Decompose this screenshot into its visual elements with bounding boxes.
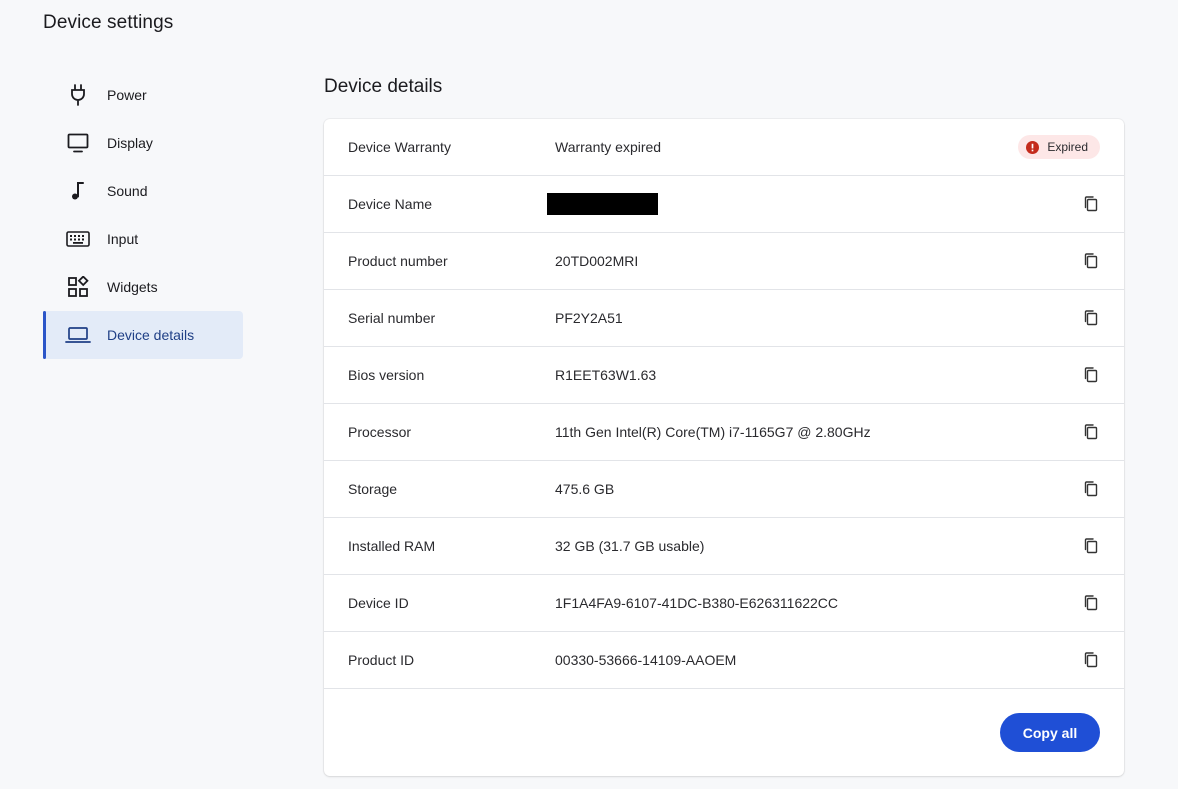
copy-icon[interactable]: [1082, 366, 1100, 384]
detail-row-product-id: Product ID 00330-53666-14109-AAOEM: [324, 632, 1124, 689]
device-details-card: Device Warranty Warranty expired Expired…: [324, 119, 1124, 776]
app-title: Device settings: [43, 12, 174, 33]
row-label: Installed RAM: [348, 538, 436, 554]
status-badge-label: Expired: [1047, 140, 1088, 154]
row-label: Device Warranty: [348, 139, 451, 155]
copy-icon[interactable]: [1082, 423, 1100, 441]
sidebar-item-widgets[interactable]: Widgets: [43, 263, 243, 311]
row-value: 20TD002MRI: [555, 253, 639, 269]
row-value: 475.6 GB: [555, 481, 615, 497]
copy-icon[interactable]: [1082, 651, 1100, 669]
sidebar-item-label: Device details: [107, 327, 195, 343]
detail-row-device-name: Device Name: [324, 176, 1124, 233]
row-label: Serial number: [348, 310, 436, 326]
copy-icon[interactable]: [1082, 594, 1100, 612]
copy-icon[interactable]: [1082, 309, 1100, 327]
keyboard-icon: [65, 226, 91, 252]
row-value: Warranty expired: [555, 139, 662, 155]
redacted-block: [547, 193, 658, 215]
row-value: 1F1A4FA9-6107-41DC-B380-E626311622CC: [555, 595, 839, 611]
card-footer: Copy all: [324, 688, 1124, 776]
detail-row-bios-version: Bios version R1EET63W1.63: [324, 347, 1124, 404]
detail-row-installed-ram: Installed RAM 32 GB (31.7 GB usable): [324, 518, 1124, 575]
sidebar-item-device-details[interactable]: Device details: [43, 311, 243, 359]
sidebar-item-label: Power: [107, 87, 147, 103]
detail-row-processor: Processor 11th Gen Intel(R) Core(TM) i7-…: [324, 404, 1124, 461]
plug-icon: [65, 82, 91, 108]
detail-row-device-id: Device ID 1F1A4FA9-6107-41DC-B380-E62631…: [324, 575, 1124, 632]
detail-row-storage: Storage 475.6 GB: [324, 461, 1124, 518]
section-title: Device details: [324, 76, 443, 97]
row-value: 32 GB (31.7 GB usable): [555, 538, 705, 554]
row-label: Bios version: [348, 367, 425, 383]
sidebar-item-label: Sound: [107, 183, 148, 199]
widgets-icon: [65, 274, 91, 300]
row-label: Device Name: [348, 196, 433, 212]
row-label: Device ID: [348, 595, 409, 611]
sidebar-item-power[interactable]: Power: [43, 71, 243, 119]
copy-icon[interactable]: [1082, 195, 1100, 213]
copy-icon[interactable]: [1082, 537, 1100, 555]
laptop-icon: [65, 322, 91, 348]
copy-all-button[interactable]: Copy all: [1000, 713, 1100, 752]
music-note-icon: [65, 178, 91, 204]
row-value: 11th Gen Intel(R) Core(TM) i7-1165G7 @ 2…: [555, 424, 871, 440]
sidebar-item-input[interactable]: Input: [43, 215, 243, 263]
sidebar-item-sound[interactable]: Sound: [43, 167, 243, 215]
detail-row-serial-number: Serial number PF2Y2A51: [324, 290, 1124, 347]
row-value: PF2Y2A51: [555, 310, 623, 326]
detail-row-product-number: Product number 20TD002MRI: [324, 233, 1124, 290]
row-label: Product ID: [348, 652, 415, 668]
status-badge: Expired: [1018, 135, 1100, 159]
copy-icon[interactable]: [1082, 252, 1100, 270]
warranty-row: Device Warranty Warranty expired Expired: [324, 119, 1124, 176]
row-value: R1EET63W1.63: [555, 367, 657, 383]
sidebar: Power Display Sound Input Widgets Device…: [43, 71, 243, 359]
sidebar-item-display[interactable]: Display: [43, 119, 243, 167]
error-icon: [1026, 140, 1040, 154]
copy-icon[interactable]: [1082, 480, 1100, 498]
sidebar-item-label: Display: [107, 135, 153, 151]
row-label: Storage: [348, 481, 398, 497]
sidebar-item-label: Widgets: [107, 279, 158, 295]
row-value: 00330-53666-14109-AAOEM: [555, 652, 737, 668]
sidebar-item-label: Input: [107, 231, 139, 247]
monitor-icon: [65, 130, 91, 156]
row-label: Product number: [348, 253, 448, 269]
row-label: Processor: [348, 424, 412, 440]
